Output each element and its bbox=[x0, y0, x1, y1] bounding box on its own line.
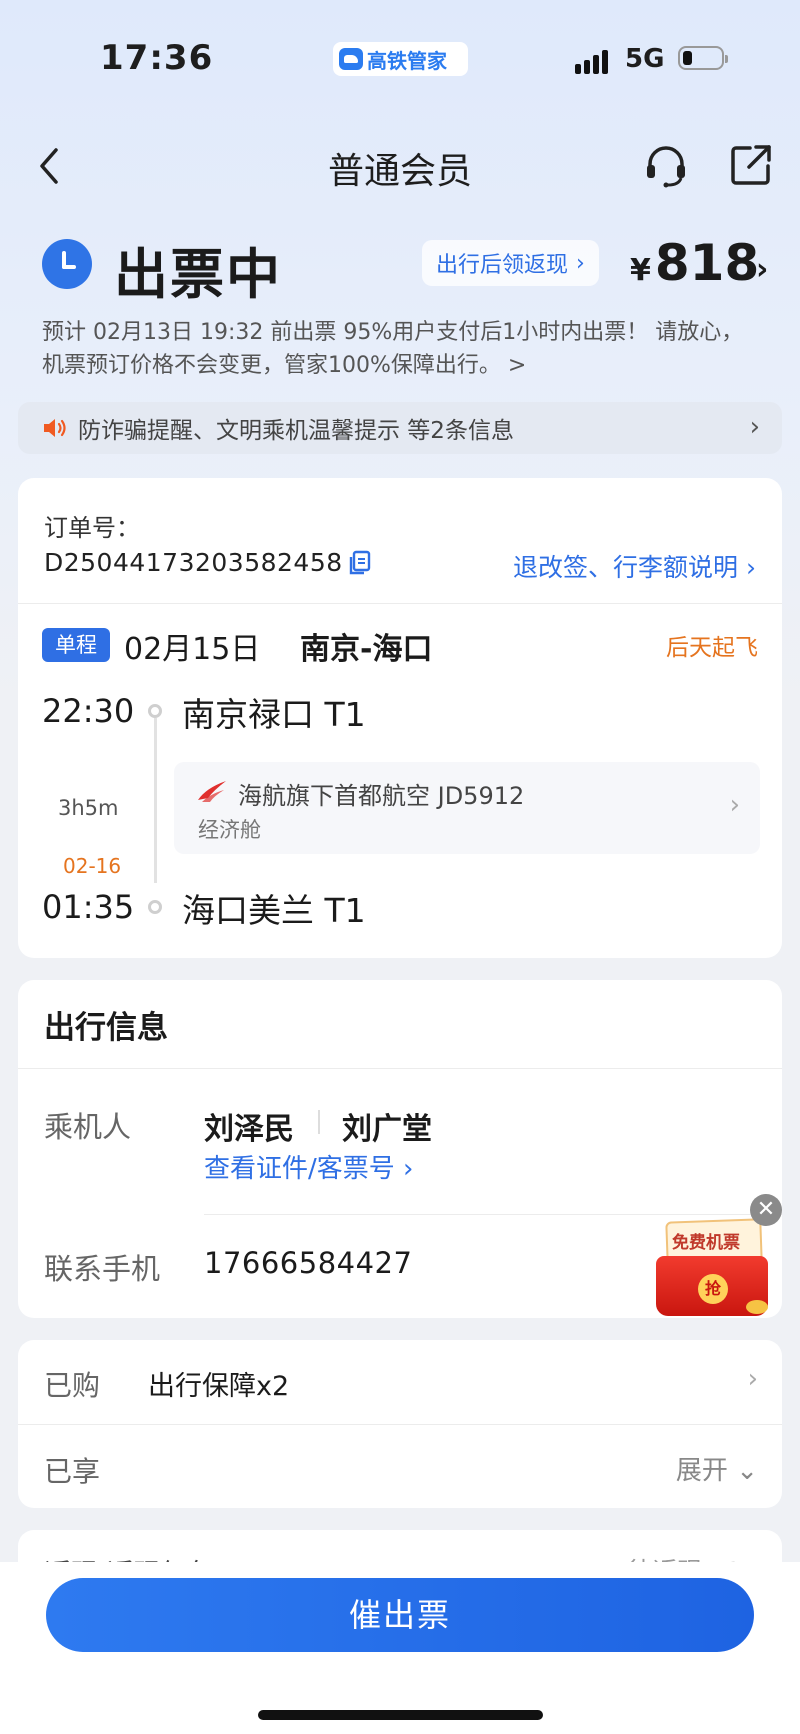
view-documents-link[interactable]: 查看证件/客票号 › bbox=[204, 1148, 413, 1185]
divider bbox=[18, 603, 782, 604]
order-price[interactable]: ¥ 818 bbox=[630, 234, 759, 292]
flight-route: 南京-海口 bbox=[300, 632, 433, 667]
chevron-right-icon: › bbox=[746, 553, 756, 582]
urge-ticketing-button[interactable]: 催出票 bbox=[46, 1578, 754, 1652]
cabin-class: 经济舱 bbox=[198, 818, 261, 842]
home-indicator[interactable] bbox=[258, 1710, 543, 1720]
refund-baggage-label: 退改签、行李额说明 bbox=[513, 553, 739, 582]
speaker-icon bbox=[44, 419, 66, 437]
app-pill[interactable]: 高铁管家 bbox=[333, 42, 468, 76]
expand-label: 展开 bbox=[675, 1456, 728, 1486]
arrival-airport: 海口美兰 T1 bbox=[182, 891, 366, 930]
chevron-right-icon: › bbox=[403, 1154, 414, 1184]
cashback-button[interactable]: 出行后领返现 › bbox=[422, 240, 599, 286]
services-card: 已购 出行保障x2 › 已享 展开 ⌄ bbox=[18, 1340, 782, 1508]
chevron-right-icon: › bbox=[576, 250, 585, 276]
promo-ticket-text: 免费机票 bbox=[672, 1233, 740, 1253]
passenger-label: 乘机人 bbox=[44, 1110, 132, 1144]
app-logo-icon bbox=[339, 48, 363, 70]
contact-phone: 17666584427 bbox=[204, 1246, 413, 1280]
section-title: 出行信息 bbox=[44, 1010, 168, 1046]
network-type: 5G bbox=[625, 44, 665, 74]
enjoyed-label: 已享 bbox=[44, 1455, 101, 1488]
chevron-down-icon: ⌄ bbox=[736, 1456, 758, 1486]
coin-icon bbox=[746, 1300, 768, 1314]
order-card: 订单号： D25044173203582458 退改签、行李额说明 › 单程 0… bbox=[18, 478, 782, 958]
order-number-label: 订单号： bbox=[44, 514, 140, 542]
clock-icon bbox=[42, 239, 92, 289]
reminder-text: 防诈骗提醒、文明乘机温馨提示 等2条信息 bbox=[78, 418, 514, 444]
chevron-right-icon: › bbox=[749, 412, 760, 442]
close-icon[interactable]: ✕ bbox=[750, 1194, 782, 1226]
timeline-dot bbox=[148, 704, 162, 718]
share-icon[interactable] bbox=[728, 142, 774, 188]
currency-symbol: ¥ bbox=[630, 253, 651, 288]
flight-duration: 3h5m bbox=[58, 796, 119, 820]
divider bbox=[318, 1110, 320, 1134]
flight-detail-box[interactable]: 海航旗下首都航空 JD5912 经济舱 › bbox=[174, 762, 760, 854]
order-status-title: 出票中 bbox=[114, 243, 282, 306]
passenger-name: 刘广堂 bbox=[342, 1112, 432, 1147]
phone-label: 联系手机 bbox=[44, 1252, 161, 1286]
purchased-label: 已购 bbox=[44, 1369, 101, 1402]
order-status-header: 出票中 出行后领返现 › ¥ 818 › bbox=[0, 230, 800, 320]
ticketing-notice[interactable]: 预计 02月13日 19:32 前出票 95%用户支付后1小时内出票！ 请放心，… bbox=[42, 316, 762, 382]
timeline-dot bbox=[148, 900, 162, 914]
airline-flight-number: 海航旗下首都航空 JD5912 bbox=[238, 782, 525, 810]
headset-icon[interactable] bbox=[642, 142, 690, 190]
expand-toggle[interactable]: 展开 ⌄ bbox=[676, 1450, 758, 1487]
purchased-value[interactable]: 出行保障x2 bbox=[148, 1364, 289, 1403]
divider bbox=[18, 1424, 782, 1425]
refund-baggage-link[interactable]: 退改签、行李额说明 › bbox=[513, 548, 756, 584]
departure-relative-day: 后天起飞 bbox=[666, 635, 758, 661]
departure-time: 22:30 bbox=[42, 692, 135, 730]
reminder-bar[interactable]: 防诈骗提醒、文明乘机温馨提示 等2条信息 › bbox=[18, 402, 782, 454]
battery-icon bbox=[678, 46, 728, 70]
copy-icon[interactable] bbox=[348, 550, 372, 576]
trip-type-badge: 单程 bbox=[42, 628, 110, 662]
signal-icon bbox=[575, 48, 615, 74]
free-ticket-promo[interactable]: 免费机票 抢 bbox=[650, 1208, 774, 1324]
divider bbox=[18, 1068, 782, 1069]
status-bar: 17:36 高铁管家 5G bbox=[0, 0, 800, 120]
arrival-time: 01:35 bbox=[42, 888, 135, 926]
flight-date: 02月15日 bbox=[124, 632, 261, 667]
app-name: 高铁管家 bbox=[367, 48, 447, 73]
view-documents-label: 查看证件/客票号 bbox=[204, 1154, 395, 1184]
order-number: D25044173203582458 bbox=[44, 548, 343, 577]
departure-airport: 南京禄口 T1 bbox=[182, 695, 366, 734]
cashback-label: 出行后领返现 bbox=[436, 253, 569, 278]
passenger-name: 刘泽民 bbox=[204, 1112, 294, 1147]
arrival-date: 02-16 bbox=[63, 854, 122, 878]
airline-logo-icon bbox=[198, 781, 226, 802]
chevron-right-icon[interactable]: › bbox=[748, 1364, 758, 1394]
chevron-right-icon: › bbox=[729, 790, 740, 820]
bottom-action-bar: 催出票 bbox=[0, 1562, 800, 1734]
nav-bar: 普通会员 bbox=[0, 130, 800, 200]
price-amount: 818 bbox=[654, 234, 760, 292]
status-time: 17:36 bbox=[100, 38, 214, 78]
grab-badge: 抢 bbox=[698, 1274, 728, 1304]
chevron-right-icon[interactable]: › bbox=[756, 252, 768, 287]
timeline-line bbox=[154, 718, 157, 883]
